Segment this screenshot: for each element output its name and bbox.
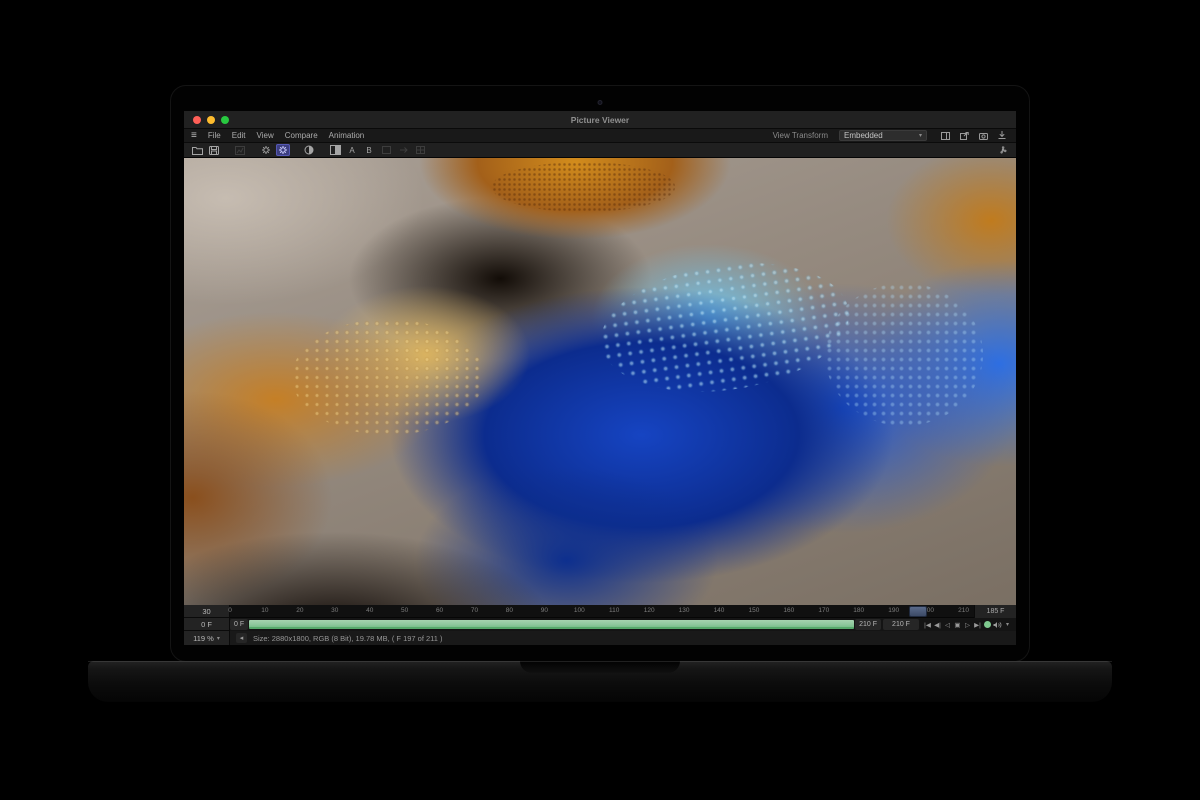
menu-item[interactable]: Animation: [329, 131, 365, 140]
range-start-field[interactable]: 0 F: [184, 618, 230, 631]
settings-gear-icon[interactable]: [259, 144, 273, 156]
record-dot-icon: [984, 621, 991, 628]
range-end-chip[interactable]: 210 F: [855, 619, 881, 630]
status-text: Size: 2880x1800, RGB (8 Bit), 19.78 MB, …: [253, 633, 443, 643]
view-transform-select[interactable]: Embedded ▾: [839, 130, 927, 141]
ruler-tick: 20: [296, 607, 304, 614]
camera-icon[interactable]: [976, 130, 990, 142]
menubar: ≡ File Edit View Compare Animation View Tran…: [184, 129, 1016, 143]
ruler-tick: 210: [958, 607, 969, 614]
bubble-texture-right: [824, 283, 983, 427]
ruler-tick: 70: [470, 607, 479, 614]
zoom-button[interactable]: [221, 115, 229, 124]
render-viewport: [184, 158, 1016, 605]
macbook-base: [88, 661, 1112, 702]
contrast-icon[interactable]: [302, 144, 316, 156]
ruler-tick: 180: [853, 607, 865, 614]
titlebar: Picture Viewer: [184, 111, 1016, 129]
macbook-screen: Picture Viewer ≡ File Edit View Compare Anim…: [170, 85, 1030, 662]
open-folder-icon[interactable]: [190, 144, 204, 156]
grid-icon-disabled: [413, 144, 427, 156]
ruler-tick: 0: [228, 607, 232, 614]
link-icon-disabled: [396, 144, 410, 156]
ruler-tick: 120: [643, 607, 655, 614]
transport-button[interactable]: ◀|: [933, 619, 942, 630]
ruler-tick: 170: [818, 607, 830, 614]
frame-ruler[interactable]: 0 10 20 30 40 50 60 70 80 90 100 110 120 130 140 150 160…: [228, 605, 974, 618]
export-icon[interactable]: [957, 130, 971, 142]
ruler-tick: 130: [678, 607, 690, 614]
compare-a-button[interactable]: A: [345, 144, 359, 156]
filter-gear-icon-selected[interactable]: [276, 144, 290, 156]
bubble-texture-gold: [292, 318, 484, 436]
zoom-level-field[interactable]: 119 % ▾: [184, 631, 230, 645]
transport-button[interactable]: ▶|: [973, 619, 982, 630]
toolbar: A B: [184, 143, 1016, 158]
ruler-tick: 80: [505, 607, 514, 614]
zoom-caret-icon: ▾: [216, 635, 220, 642]
swap-icon-disabled: [379, 144, 393, 156]
view-transform-value: Embedded: [844, 131, 883, 140]
render-fan-icon[interactable]: [996, 144, 1010, 156]
transport-button[interactable]: ◁: [943, 619, 952, 630]
speckle-texture-orange: [491, 162, 675, 212]
menu-item[interactable]: File: [208, 131, 221, 140]
ruler-tick: 110: [609, 607, 620, 614]
view-transform-label: View Transform: [772, 131, 828, 140]
ruler-tick: 40: [366, 607, 374, 614]
webcam-dot: [597, 100, 603, 105]
range-start-chip[interactable]: 0 F: [230, 619, 249, 630]
panel-icon[interactable]: [938, 130, 952, 142]
transport-button[interactable]: ▣: [953, 619, 962, 630]
transport-options-caret[interactable]: ▾: [1003, 619, 1012, 630]
minimize-button[interactable]: [207, 115, 215, 124]
close-button[interactable]: [193, 115, 201, 124]
preview-range-track[interactable]: 0 F 210 F: [230, 618, 881, 631]
sound-button[interactable]: [993, 619, 1002, 630]
fps-field[interactable]: 30: [184, 605, 230, 618]
ruler-tick: 190: [888, 607, 900, 614]
transport-button[interactable]: ▷: [963, 619, 972, 630]
transport-controls: |◀ ◀| ◁ ▣ ▷ ▶| ▾: [921, 618, 1016, 631]
menu-item[interactable]: View: [257, 131, 274, 140]
ruler-end-field[interactable]: 185 F: [974, 605, 1016, 618]
compare-b-button[interactable]: B: [362, 144, 376, 156]
ruler-tick: 30: [331, 607, 339, 614]
save-icon[interactable]: [207, 144, 221, 156]
ruler-tick: 160: [783, 607, 795, 614]
status-expand-button[interactable]: ◂: [236, 633, 247, 643]
histogram-icon-disabled: [233, 144, 247, 156]
download-icon[interactable]: [995, 130, 1009, 142]
ruler-tick: 10: [261, 607, 269, 614]
timeline-range-row: 0 F 0 F 210 F 210 F |◀ ◀| ◁ ▣ ▷ ▶| ▾: [184, 618, 1016, 631]
menu-item[interactable]: Compare: [285, 131, 318, 140]
hamburger-icon[interactable]: ≡: [191, 130, 197, 141]
ruler-tick: 140: [713, 607, 725, 614]
status-row: 119 % ▾ ◂ Size: 2880x1800, RGB (8 Bit), …: [184, 631, 1016, 645]
ruler-tick: 90: [540, 607, 548, 614]
ruler-tick: 50: [401, 607, 409, 614]
transport-button[interactable]: |◀: [923, 619, 932, 630]
ruler-tick: 100: [573, 607, 585, 614]
ruler-tick: 150: [748, 607, 760, 614]
zoom-level-value: 119 %: [193, 633, 214, 643]
loop-record-button[interactable]: [983, 619, 992, 630]
timeline-ruler-row: 30 0 10 20 30 40 50 60 70 80 90 100 110 120 130 140 150…: [184, 605, 1016, 618]
menu-item[interactable]: Edit: [232, 131, 246, 140]
compare-split-icon[interactable]: [328, 144, 342, 156]
current-frame-field[interactable]: 210 F: [883, 619, 919, 630]
ruler-tick: 60: [435, 607, 444, 614]
bubble-texture-blue: [592, 248, 858, 408]
picture-viewer-window: Picture Viewer ≡ File Edit View Compare Anim…: [184, 111, 1016, 645]
playhead[interactable]: [909, 606, 928, 617]
window-title: Picture Viewer: [570, 114, 630, 125]
chevron-down-icon: ▾: [918, 133, 922, 139]
cached-frames-bar: [249, 620, 855, 629]
